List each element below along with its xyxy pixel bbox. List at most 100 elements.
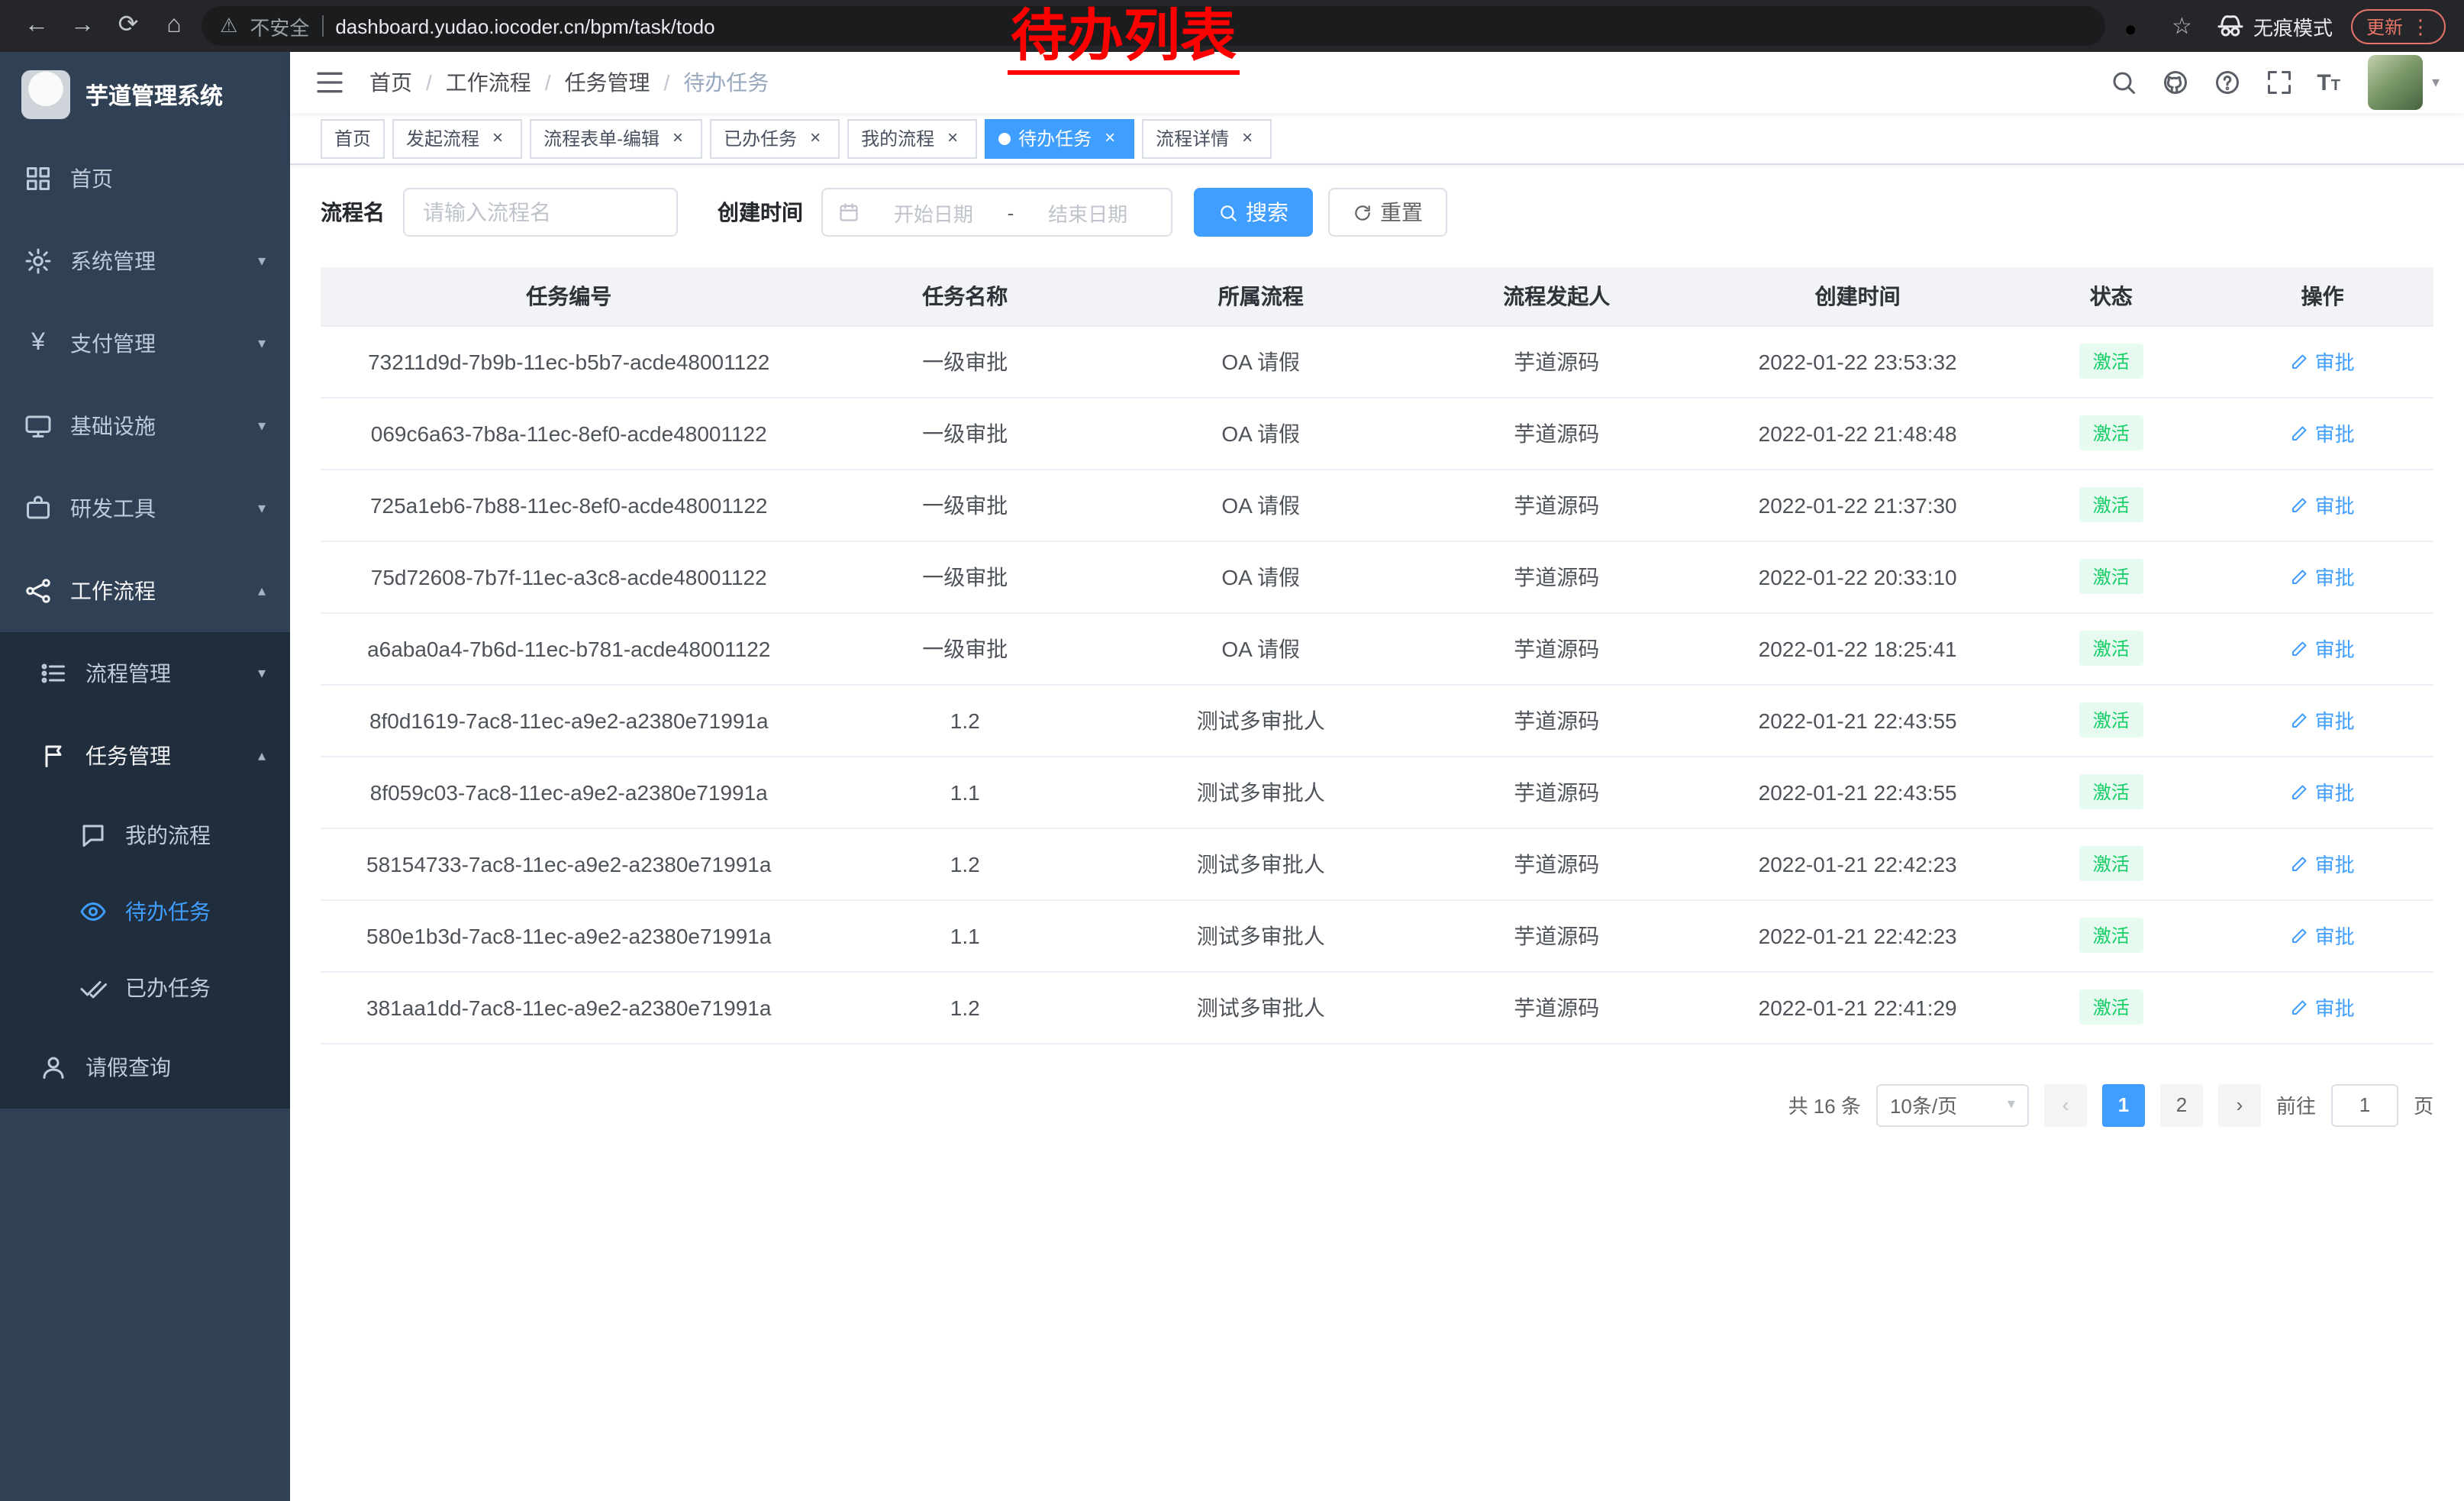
sidebar-item-todo-tasks[interactable]: 待办任务 [0,873,290,950]
approve-link[interactable]: 审批 [2291,418,2355,447]
task-name: 1.1 [817,899,1113,971]
home-icon[interactable]: ⌂ [156,0,192,52]
app-logo[interactable]: 芋道管理系统 [0,52,290,137]
reset-button-label: 重置 [1380,197,1423,228]
workflow-icon [24,577,52,605]
approve-link[interactable]: 审批 [2291,921,2355,950]
approve-link[interactable]: 审批 [2291,347,2355,376]
avatar-caret-icon[interactable]: ▾ [2432,74,2440,91]
docs-help-button[interactable] [2201,69,2253,96]
task-initiator: 芋道源码 [1408,971,1704,1043]
toolbox-icon [24,495,52,522]
task-id: 8f059c03-7ac8-11ec-a9e2-a2380e71991a [321,756,817,828]
page-button-1[interactable]: 1 [2102,1083,2145,1126]
breadcrumb-workflow[interactable]: 工作流程 [446,67,531,98]
close-icon[interactable]: × [1099,128,1121,149]
task-id: 75d72608-7b7f-11ec-a3c8-acde48001122 [321,541,817,612]
monitor-icon [24,412,52,440]
goto-page-input[interactable] [2331,1083,2398,1126]
fullscreen-button[interactable] [2253,69,2304,96]
incognito-badge: 无痕模式 [2217,11,2333,40]
github-icon [2161,69,2188,96]
task-name: 1.2 [817,684,1113,756]
user-avatar[interactable] [2368,55,2423,110]
close-icon[interactable]: × [1237,128,1258,149]
incognito-label: 无痕模式 [2253,11,2333,40]
url-text[interactable]: dashboard.yudao.iocoder.cn/bpm/task/todo [335,15,714,37]
approve-link[interactable]: 审批 [2291,634,2355,663]
close-icon[interactable]: × [805,128,826,149]
sidebar-item-label: 任务管理 [85,741,171,771]
tab-done-tasks[interactable]: 已办任务 × [710,118,840,158]
browser-menu-icon[interactable]: ⋮ [2411,16,2430,36]
close-icon[interactable]: × [487,128,508,149]
process-name-input[interactable] [403,188,678,237]
task-process: OA 请假 [1113,612,1409,684]
task-created: 2022-01-22 21:48:48 [1704,397,2011,469]
task-process: OA 请假 [1113,325,1409,397]
status-badge: 激活 [2079,559,2143,594]
tab-home[interactable]: 首页 [321,118,385,158]
end-date-placeholder[interactable]: 结束日期 [1020,198,1156,227]
date-range-picker[interactable]: 开始日期 - 结束日期 [821,188,1172,237]
update-browser-button[interactable]: 更新 ⋮ [2351,8,2446,44]
column-header: 所属流程 [1113,267,1409,325]
reload-icon[interactable]: ⟳ [110,0,147,52]
bookmark-star-icon[interactable]: ☆ [2172,12,2192,40]
sidebar-item-workflow[interactable]: 工作流程 ▴ [0,550,290,632]
breadcrumb-home[interactable]: 首页 [369,67,412,98]
task-process: 测试多审批人 [1113,899,1409,971]
approve-link[interactable]: 审批 [2291,705,2355,734]
reset-button[interactable]: 重置 [1328,188,1447,237]
sidebar-item-home[interactable]: 首页 [0,137,290,220]
page-size-value: 10条/页 [1890,1090,1957,1119]
approve-link[interactable]: 审批 [2291,849,2355,878]
approve-link[interactable]: 审批 [2291,490,2355,519]
sidebar-item-my-process[interactable]: 我的流程 [0,797,290,873]
sidebar-item-task-management[interactable]: 任务管理 ▴ [0,715,290,797]
sidebar-item-devtools[interactable]: 研发工具 ▾ [0,467,290,550]
sidebar-item-payment[interactable]: ¥ 支付管理 ▾ [0,302,290,385]
approve-link[interactable]: 审批 [2291,562,2355,591]
edit-pencil-icon [2291,495,2309,514]
header-search-button[interactable] [2097,69,2149,96]
page-button-2[interactable]: 2 [2160,1083,2203,1126]
sidebar-toggle-icon[interactable] [314,67,345,98]
back-icon[interactable]: ← [18,0,55,52]
task-process: 测试多审批人 [1113,684,1409,756]
tab-process-form-edit[interactable]: 流程表单-编辑 × [530,118,702,158]
next-page-button[interactable]: › [2218,1083,2261,1126]
close-icon[interactable]: × [942,128,963,149]
forward-icon[interactable]: → [64,0,101,52]
tab-label: 首页 [334,125,371,151]
search-button[interactable]: 搜索 [1194,188,1313,237]
github-button[interactable] [2149,69,2201,96]
status-badge: 激活 [2079,631,2143,666]
prev-page-button[interactable]: ‹ [2044,1083,2087,1126]
breadcrumb-task-management[interactable]: 任务管理 [565,67,650,98]
chevron-up-icon: ▴ [258,583,266,599]
font-size-button[interactable]: TT [2304,69,2353,95]
dashboard-icon [24,165,52,192]
approve-link[interactable]: 审批 [2291,993,2355,1022]
breadcrumb: 首页 / 工作流程 / 任务管理 / 待办任务 [369,67,769,98]
sidebar-item-done-tasks[interactable]: 已办任务 [0,950,290,1026]
tab-todo-tasks[interactable]: 待办任务 × [985,118,1134,158]
not-secure-warning-icon: ⚠ [220,14,237,38]
tab-start-process[interactable]: 发起流程 × [392,118,522,158]
filter-bar: 流程名 创建时间 开始日期 - 结束日期 搜索 重置 [321,188,2433,237]
edit-pencil-icon [2291,783,2309,801]
sidebar-item-leave-query[interactable]: 请假查询 [0,1026,290,1109]
close-icon[interactable]: × [667,128,689,149]
start-date-placeholder[interactable]: 开始日期 [866,198,1001,227]
table-row: 381aa1dd-7ac8-11ec-a9e2-a2380e71991a 1.2… [321,971,2433,1043]
sidebar-item-process-management[interactable]: 流程管理 ▾ [0,632,290,715]
table-row: 580e1b3d-7ac8-11ec-a9e2-a2380e71991a 1.1… [321,899,2433,971]
sidebar-item-infrastructure[interactable]: 基础设施 ▾ [0,385,290,467]
password-key-icon[interactable] [2121,12,2149,40]
sidebar-item-system[interactable]: 系统管理 ▾ [0,220,290,302]
page-size-select[interactable]: 10条/页 ▾ [1876,1083,2029,1126]
approve-link[interactable]: 审批 [2291,777,2355,806]
tab-process-detail[interactable]: 流程详情 × [1142,118,1272,158]
tab-my-process[interactable]: 我的流程 × [847,118,977,158]
